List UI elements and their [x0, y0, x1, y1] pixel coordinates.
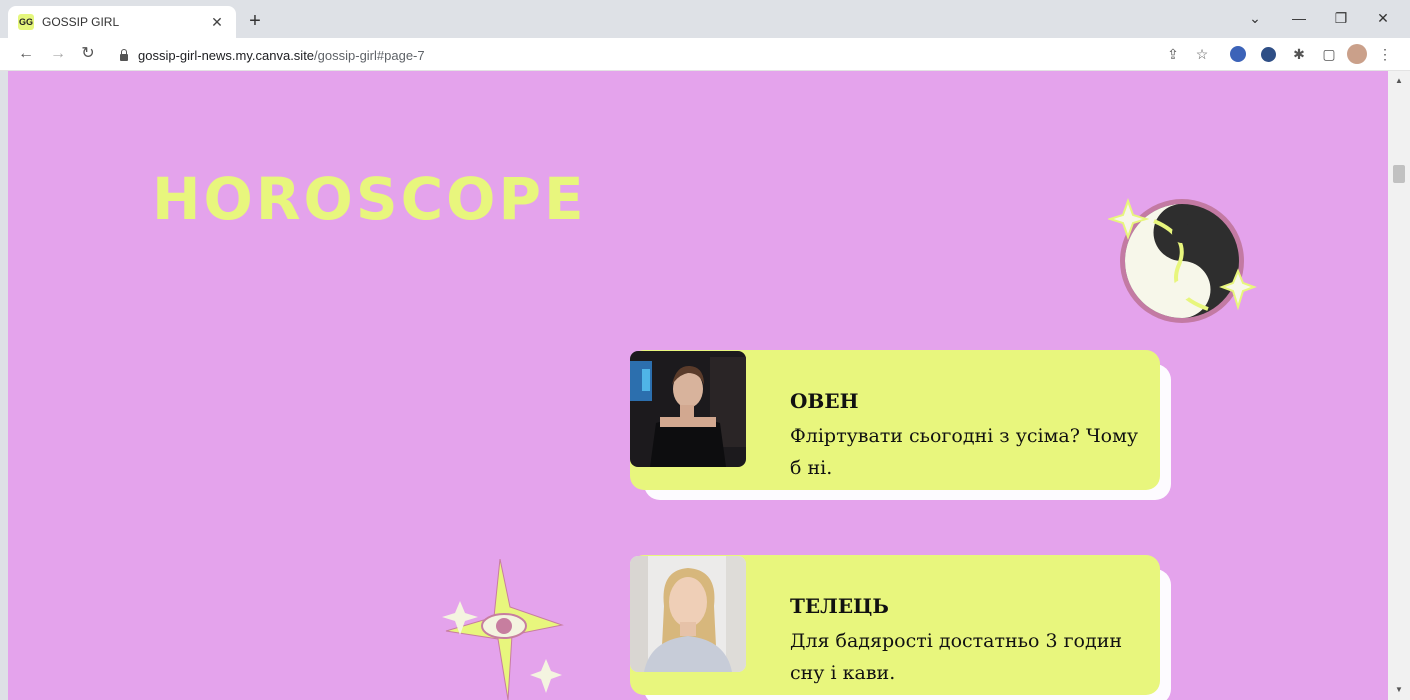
card-photo-aries: [630, 351, 746, 467]
tab-title: GOSSIP GIRL: [42, 15, 120, 29]
card-title-taurus: ТЕЛЕЦЬ: [790, 594, 889, 618]
extension-cursor-icon[interactable]: [1261, 47, 1276, 62]
menu-kebab-icon[interactable]: ⋮: [1376, 45, 1394, 63]
scroll-up-arrow-icon[interactable]: ▲: [1388, 73, 1410, 89]
minimize-icon[interactable]: —: [1284, 6, 1314, 30]
restore-icon[interactable]: ❐: [1326, 6, 1356, 30]
scrollbar-thumb[interactable]: [1393, 165, 1405, 183]
gossip-girl-favicon-icon: GG: [18, 14, 34, 30]
tab-search-chevron-icon[interactable]: ⌄: [1240, 6, 1270, 30]
url-path: /gossip-girl#page-7: [314, 47, 425, 63]
card-title-aries: ОВЕН: [790, 389, 859, 413]
page-canvas: HOROSCOPE ОВЕН Фліртувати сьогодні з усі…: [8, 71, 1388, 700]
url-host: gossip-girl-news.my.canva.site: [138, 47, 315, 63]
forward-arrow-icon[interactable]: →: [46, 42, 70, 66]
card-photo-taurus: [630, 556, 746, 672]
tab-close-icon[interactable]: ✕: [208, 14, 226, 31]
profile-avatar-icon[interactable]: [1347, 44, 1367, 64]
new-tab-plus-icon[interactable]: +: [244, 9, 266, 33]
extension-avatar-icon[interactable]: [1230, 46, 1246, 62]
back-arrow-icon[interactable]: ←: [14, 42, 38, 66]
page-scrollbar[interactable]: ▲ ▼: [1388, 71, 1410, 700]
card-text-taurus: Для бадярості достатньо 3 годин сну і ка…: [790, 630, 1123, 684]
browser-toolbar: ← → ↻ gossip-girl-news.my.canva.site /go…: [0, 38, 1410, 71]
address-bar[interactable]: gossip-girl-news.my.canva.site /gossip-g…: [108, 42, 1236, 68]
page-heading: HOROSCOPE: [152, 165, 587, 233]
share-icon[interactable]: ⇪: [1164, 45, 1182, 63]
browser-tab[interactable]: GG GOSSIP GIRL ✕: [8, 6, 236, 38]
lock-icon: [118, 49, 130, 61]
reload-icon[interactable]: ↻: [76, 42, 100, 66]
bookmark-star-icon[interactable]: ☆: [1193, 45, 1211, 63]
card-text-aries: Фліртувати сьогодні з усіма? Чому б ні.: [790, 425, 1139, 479]
extensions-puzzle-icon[interactable]: ✱: [1290, 45, 1308, 63]
window-close-icon[interactable]: ✕: [1368, 6, 1398, 30]
tab-strip: GG GOSSIP GIRL ✕ + ⌄ — ❐ ✕: [0, 0, 1410, 38]
scroll-down-arrow-icon[interactable]: ▼: [1388, 682, 1410, 698]
yin-yang-icon: [1108, 198, 1257, 323]
eye-star-icon: [442, 559, 564, 700]
side-panel-icon[interactable]: ▢: [1320, 45, 1338, 63]
